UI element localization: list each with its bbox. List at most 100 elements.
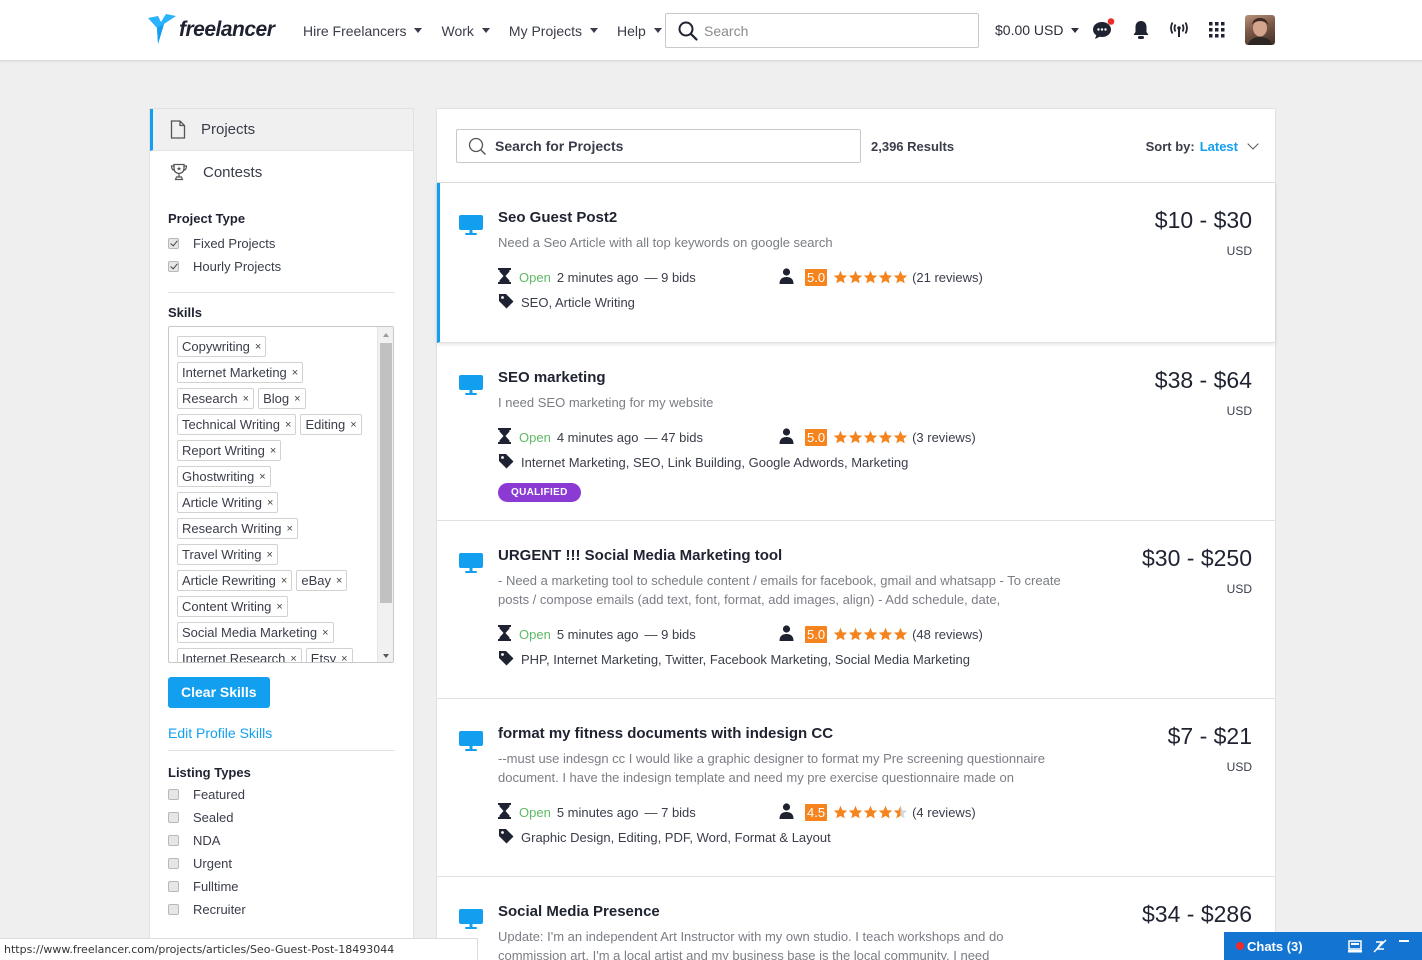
skill-tag: Article Rewriting × bbox=[177, 570, 293, 591]
remove-skill-icon[interactable]: × bbox=[290, 653, 296, 663]
project-title[interactable]: Seo Guest Post2 bbox=[498, 209, 1068, 226]
skills-tags: Copywriting × Internet Marketing × Research ×… bbox=[177, 336, 373, 663]
scrollbar-thumb[interactable] bbox=[380, 343, 392, 603]
checkbox-checked[interactable] bbox=[168, 238, 179, 249]
remove-skill-icon[interactable]: × bbox=[266, 549, 272, 561]
remove-skill-icon[interactable]: × bbox=[341, 653, 347, 663]
checkbox-unchecked[interactable] bbox=[168, 812, 179, 823]
balance-dropdown[interactable]: $0.00 USD bbox=[995, 22, 1080, 38]
checkbox-label: NDA bbox=[193, 833, 221, 848]
skill-tag-label: Article Rewriting bbox=[182, 573, 276, 588]
review-count[interactable]: (21 reviews) bbox=[912, 270, 983, 285]
star-full-icon bbox=[893, 627, 908, 642]
project-title[interactable]: Social Media Presence bbox=[498, 903, 1068, 920]
project-card[interactable]: format my fitness documents with indesig… bbox=[437, 699, 1275, 877]
messages-button[interactable] bbox=[1091, 18, 1115, 42]
project-title[interactable]: format my fitness documents with indesig… bbox=[498, 725, 1068, 742]
tab-contests[interactable]: Contests bbox=[150, 151, 413, 193]
star-full-icon bbox=[878, 805, 893, 820]
project-card[interactable]: URGENT !!! Social Media Marketing tool - … bbox=[437, 521, 1275, 699]
tag-icon bbox=[498, 650, 514, 669]
project-card[interactable]: Seo Guest Post2 Need a Seo Article with a… bbox=[437, 183, 1275, 343]
scroll-down-arrow-icon[interactable] bbox=[383, 654, 389, 658]
project-search-input[interactable] bbox=[495, 138, 835, 154]
apps-button[interactable] bbox=[1205, 18, 1229, 42]
mute-icon[interactable] bbox=[1373, 939, 1387, 953]
nav-hire-freelancers[interactable]: Hire Freelancers bbox=[303, 23, 423, 39]
updates-button[interactable] bbox=[1167, 18, 1191, 42]
review-count[interactable]: (48 reviews) bbox=[912, 627, 983, 642]
checkbox-label: Sealed bbox=[193, 810, 234, 825]
budget-currency: USD bbox=[1226, 404, 1252, 418]
bell-icon bbox=[1133, 21, 1149, 39]
inbox-icon[interactable] bbox=[1348, 940, 1362, 953]
star-full-icon bbox=[893, 270, 908, 285]
filter-sealed[interactable]: Sealed bbox=[168, 806, 395, 829]
remove-skill-icon[interactable]: × bbox=[286, 523, 292, 535]
filter-featured[interactable]: Featured bbox=[168, 783, 395, 806]
checkbox-label: Hourly Projects bbox=[193, 259, 282, 274]
skill-tag: Travel Writing × bbox=[177, 544, 278, 565]
notifications-button[interactable] bbox=[1129, 18, 1153, 42]
sort-dropdown[interactable]: Sort by: Latest bbox=[1146, 138, 1259, 154]
remove-skill-icon[interactable]: × bbox=[281, 575, 287, 587]
chat-bar[interactable]: Chats (3) bbox=[1224, 932, 1422, 960]
remove-skill-icon[interactable]: × bbox=[276, 601, 282, 613]
checkbox-label: Recruiter bbox=[193, 902, 246, 917]
project-title[interactable]: SEO marketing bbox=[498, 369, 1068, 386]
star-full-icon bbox=[878, 627, 893, 642]
global-search-input[interactable] bbox=[704, 22, 964, 39]
project-meta: Open 5 minutes ago — 9 bids 5.0 (48 reviews) bbox=[498, 624, 1068, 643]
caret-down-icon bbox=[414, 28, 423, 33]
clear-skills-button[interactable]: Clear Skills bbox=[168, 677, 270, 708]
filter-fulltime[interactable]: Fulltime bbox=[168, 875, 395, 898]
project-card[interactable]: Social Media Presence Update: I'm an inde… bbox=[437, 877, 1275, 960]
project-card[interactable]: SEO marketing I need SEO marketing for my… bbox=[437, 343, 1275, 521]
remove-skill-icon[interactable]: × bbox=[243, 393, 249, 405]
user-avatar[interactable] bbox=[1245, 15, 1275, 45]
filter-hourly-projects[interactable]: Hourly Projects bbox=[168, 255, 395, 278]
nav-my-projects[interactable]: My Projects bbox=[509, 23, 599, 39]
scroll-up-arrow-icon[interactable] bbox=[383, 333, 389, 337]
project-type-heading: Project Type bbox=[168, 211, 246, 226]
checkbox-unchecked[interactable] bbox=[168, 858, 179, 869]
skill-tag-label: Content Writing bbox=[182, 599, 272, 614]
remove-skill-icon[interactable]: × bbox=[285, 419, 291, 431]
remove-skill-icon[interactable]: × bbox=[294, 393, 300, 405]
filter-fixed-projects[interactable]: Fixed Projects bbox=[168, 232, 395, 255]
remove-skill-icon[interactable]: × bbox=[267, 497, 273, 509]
remove-skill-icon[interactable]: × bbox=[322, 627, 328, 639]
tab-projects[interactable]: Projects bbox=[150, 109, 413, 151]
budget-range: $7 - $21 bbox=[1167, 723, 1252, 749]
skills-list-text: Graphic Design, Editing, PDF, Word, Form… bbox=[521, 830, 831, 845]
edit-profile-skills-link[interactable]: Edit Profile Skills bbox=[168, 725, 395, 741]
project-description: Update: I'm an independent Art Instructo… bbox=[498, 929, 1004, 960]
checkbox-label: Fulltime bbox=[193, 879, 239, 894]
minimize-icon[interactable] bbox=[1399, 940, 1409, 942]
checkbox-unchecked[interactable] bbox=[168, 904, 179, 915]
nav-work[interactable]: Work bbox=[441, 23, 490, 39]
checkbox-unchecked[interactable] bbox=[168, 789, 179, 800]
nav-help[interactable]: Help bbox=[617, 23, 662, 39]
remove-skill-icon[interactable]: × bbox=[292, 367, 298, 379]
review-count[interactable]: (3 reviews) bbox=[912, 430, 976, 445]
remove-skill-icon[interactable]: × bbox=[270, 445, 276, 457]
remove-skill-icon[interactable]: × bbox=[336, 575, 342, 587]
project-title[interactable]: URGENT !!! Social Media Marketing tool bbox=[498, 547, 1068, 564]
remove-skill-icon[interactable]: × bbox=[255, 341, 261, 353]
star-full-icon bbox=[878, 430, 893, 445]
skills-scrollbar[interactable] bbox=[377, 327, 393, 662]
remove-skill-icon[interactable]: × bbox=[259, 471, 265, 483]
checkbox-unchecked[interactable] bbox=[168, 881, 179, 892]
filter-urgent[interactable]: Urgent bbox=[168, 852, 395, 875]
status-open: Open bbox=[519, 804, 551, 820]
remove-skill-icon[interactable]: × bbox=[350, 419, 356, 431]
filter-nda[interactable]: NDA bbox=[168, 829, 395, 852]
listing-types-list: Featured Sealed NDA Urgent Fulltime Recruiter bbox=[168, 783, 395, 921]
filter-recruiter[interactable]: Recruiter bbox=[168, 898, 395, 921]
checkbox-checked[interactable] bbox=[168, 261, 179, 272]
review-count[interactable]: (4 reviews) bbox=[912, 805, 976, 820]
checkbox-unchecked[interactable] bbox=[168, 835, 179, 846]
monitor-icon bbox=[459, 215, 483, 240]
freelancer-logo[interactable]: freelancer bbox=[148, 13, 275, 47]
